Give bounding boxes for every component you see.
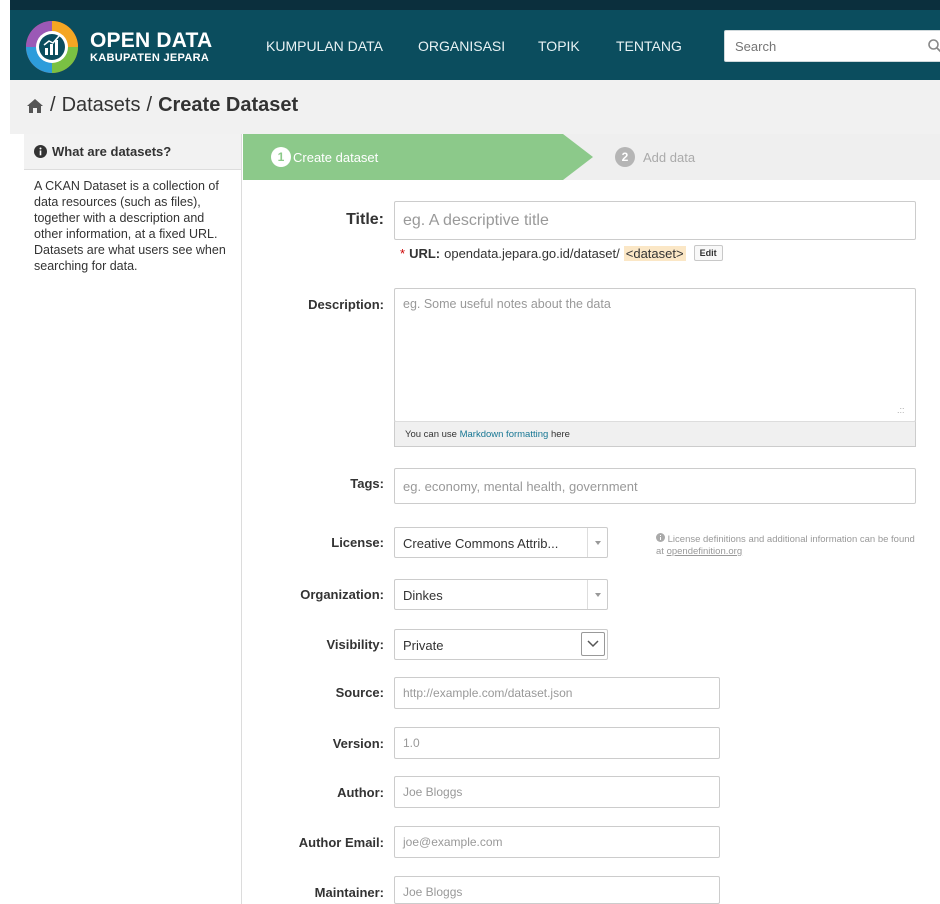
logo-icon[interactable] — [22, 19, 86, 75]
maintainer-input[interactable]: Joe Bloggs — [394, 876, 720, 904]
stages-bar: 1 Create dataset 2 Add data — [243, 134, 940, 180]
organization-select[interactable]: Dinkes — [394, 579, 608, 610]
organization-value: Dinkes — [403, 588, 443, 603]
sidebar-heading: What are datasets? — [24, 134, 241, 170]
version-input[interactable]: 1.0 — [394, 727, 720, 759]
breadcrumb-bar: / Datasets / Create Dataset — [10, 80, 940, 134]
author-label: Author: — [337, 785, 384, 800]
title-input[interactable]: eg. A descriptive title — [394, 201, 916, 240]
search-box — [724, 30, 940, 62]
info-icon — [34, 145, 47, 158]
home-icon[interactable] — [26, 98, 44, 114]
info-icon — [656, 533, 665, 542]
stage-1-number: 1 — [271, 147, 291, 167]
stage-2-number: 2 — [615, 147, 635, 167]
license-value: Creative Commons Attrib... — [403, 536, 559, 551]
maintainer-label: Maintainer: — [314, 885, 384, 900]
license-label: License: — [331, 535, 384, 550]
markdown-link[interactable]: Markdown formatting — [460, 429, 549, 440]
url-base: opendata.jepara.go.id/dataset/ — [444, 245, 620, 261]
search-icon[interactable] — [927, 38, 940, 54]
sidebar-info: What are datasets? A CKAN Dataset is a c… — [24, 134, 242, 904]
chevron-down-icon[interactable] — [587, 580, 607, 609]
chevron-down-icon[interactable] — [587, 528, 607, 557]
url-prefix: URL: — [409, 245, 441, 261]
license-select[interactable]: Creative Commons Attrib... — [394, 527, 608, 558]
visibility-value: Private — [403, 638, 444, 653]
brand-subtitle: KABUPATEN JEPARA — [90, 52, 210, 64]
sidebar-text: A CKAN Dataset is a collection of data r… — [34, 179, 226, 273]
organization-label: Organization: — [300, 587, 384, 602]
description-textarea[interactable]: eg. Some useful notes about the data — [394, 288, 916, 422]
breadcrumb-datasets[interactable]: Datasets — [62, 94, 141, 117]
url-token: <dataset> — [623, 245, 686, 261]
breadcrumb: / Datasets / Create Dataset — [26, 94, 298, 117]
brand-title[interactable]: OPEN DATA — [90, 29, 212, 53]
nav-organisasi[interactable]: ORGANISASI — [418, 38, 505, 54]
resize-grip-icon[interactable]: .:: — [897, 405, 905, 415]
title-label: Title: — [346, 211, 384, 228]
license-help: License definitions and additional infor… — [656, 533, 915, 557]
author-input[interactable]: Joe Bloggs — [394, 776, 720, 808]
top-strip — [10, 0, 940, 10]
breadcrumb-current: Create Dataset — [158, 94, 299, 116]
nav-topik[interactable]: TOPIK — [538, 38, 580, 54]
breadcrumb-separator: / — [146, 94, 153, 116]
markdown-hint: You can use Markdown formatting here — [394, 421, 916, 447]
breadcrumb-separator: / — [50, 94, 56, 116]
navbar: OPEN DATA KABUPATEN JEPARA KUMPULAN DATA… — [10, 10, 940, 80]
source-input[interactable]: http://example.com/dataset.json — [394, 677, 720, 709]
url-preview: * URL: opendata.jepara.go.id/dataset/<da… — [400, 245, 723, 261]
sidebar-heading-text: What are datasets? — [52, 144, 172, 159]
tags-input[interactable]: eg. economy, mental health, government — [394, 468, 916, 504]
source-label: Source: — [335, 685, 384, 700]
author-email-label: Author Email: — [298, 835, 384, 850]
opendefinition-link[interactable]: opendefinition.org — [667, 546, 743, 557]
stage-1-label: Create dataset — [293, 150, 379, 165]
nav-kumpulan-data[interactable]: KUMPULAN DATA — [266, 38, 383, 54]
visibility-label: Visibility: — [326, 637, 384, 652]
stage-2-label: Add data — [643, 150, 696, 165]
author-email-input[interactable]: joe@example.com — [394, 826, 720, 858]
url-edit-button[interactable]: Edit — [693, 245, 723, 261]
search-input[interactable] — [725, 31, 905, 61]
description-label: Description: — [308, 297, 384, 312]
version-label: Version: — [332, 736, 384, 751]
chevron-down-icon[interactable] — [581, 632, 605, 656]
visibility-select[interactable]: Private — [394, 629, 608, 660]
tags-label: Tags: — [350, 476, 384, 491]
nav-tentang[interactable]: TENTANG — [616, 38, 682, 54]
